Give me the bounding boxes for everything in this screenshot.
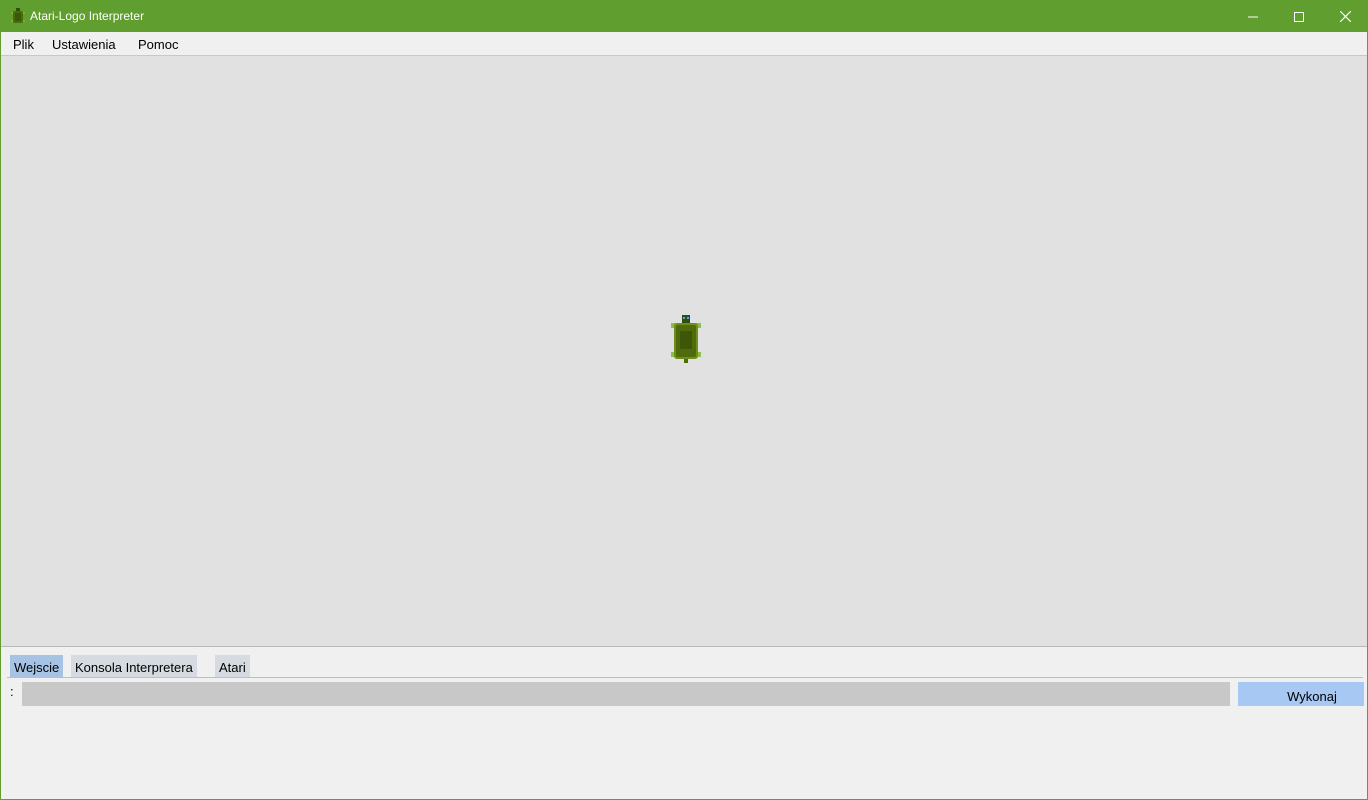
close-icon bbox=[1339, 11, 1351, 22]
title-bar[interactable]: Atari-Logo Interpreter bbox=[1, 1, 1367, 32]
bottom-panel: Wejscie Konsola Interpretera Atari : Wyk… bbox=[1, 647, 1367, 799]
maximize-button[interactable] bbox=[1276, 1, 1322, 32]
command-prompt: : bbox=[10, 684, 14, 699]
execute-button-label: Wykonaj bbox=[1287, 688, 1337, 704]
tab-input[interactable]: Wejscie bbox=[10, 655, 64, 677]
tab-interpreter-console-label: Konsola Interpretera bbox=[75, 660, 193, 675]
window-title: Atari-Logo Interpreter bbox=[30, 9, 145, 23]
minimize-icon bbox=[1248, 16, 1258, 17]
turtle-icon bbox=[671, 315, 701, 363]
tab-atari-label: Atari bbox=[219, 660, 246, 675]
minimize-button[interactable] bbox=[1230, 1, 1276, 32]
drawing-canvas[interactable] bbox=[1, 56, 1367, 647]
menu-help[interactable]: Pomoc bbox=[138, 37, 178, 52]
menu-bar: Plik Ustawienia Pomoc bbox=[1, 32, 1367, 56]
tab-input-label: Wejscie bbox=[14, 660, 60, 675]
maximize-icon bbox=[1294, 11, 1304, 22]
menu-settings[interactable]: Ustawienia bbox=[52, 37, 116, 52]
execute-button[interactable]: Wykonaj bbox=[1238, 682, 1364, 706]
close-button[interactable] bbox=[1322, 1, 1367, 32]
menu-file[interactable]: Plik bbox=[13, 37, 34, 52]
command-input[interactable] bbox=[22, 682, 1230, 706]
turtle-icon bbox=[11, 8, 25, 23]
tab-divider bbox=[7, 677, 1363, 678]
app-window: Atari-Logo Interpreter Plik Ustawienia P… bbox=[0, 0, 1368, 800]
tab-atari[interactable]: Atari bbox=[215, 655, 250, 677]
tab-interpreter-console[interactable]: Konsola Interpretera bbox=[71, 655, 197, 677]
